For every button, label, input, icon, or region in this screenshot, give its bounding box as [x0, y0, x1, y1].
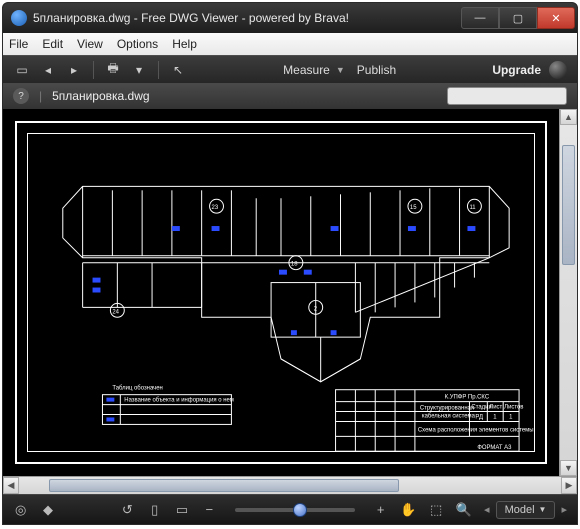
model-label: Model [505, 504, 535, 516]
close-button[interactable]: ✕ [537, 7, 575, 29]
separator: | [39, 89, 42, 103]
svg-text:15: 15 [410, 205, 417, 211]
svg-text:ФОРМАТ A3: ФОРМАТ A3 [477, 445, 512, 451]
separator [158, 61, 159, 79]
svg-text:Таблиц обозначен: Таблиц обозначен [112, 386, 162, 392]
svg-text:2: 2 [314, 306, 317, 312]
measure-button[interactable]: Measure [283, 63, 330, 77]
svg-text:К.УПФР Пр.СКС: К.УПФР Пр.СКС [445, 395, 490, 401]
floorplan-svg: 23 15 11 18 24 2 Таблиц обозначен [3, 109, 559, 476]
chevron-down-icon[interactable]: ▼ [336, 65, 345, 75]
svg-text:24: 24 [112, 309, 119, 315]
minimize-button[interactable]: — [461, 7, 499, 29]
zoom-out-icon[interactable]: − [202, 501, 217, 519]
menu-view[interactable]: View [77, 37, 103, 51]
toolbar-primary: ▭ ◂ ▸ 🖶 ▾ ↖ Measure ▼ Publish Upgrade [3, 55, 577, 83]
scroll-left-icon[interactable]: ◀ [3, 477, 19, 494]
scroll-up-icon[interactable]: ▲ [560, 109, 577, 125]
scroll-down-icon[interactable]: ▼ [560, 460, 577, 476]
publish-button[interactable]: Publish [357, 63, 396, 77]
menu-options[interactable]: Options [117, 37, 158, 51]
maximize-button[interactable]: ▢ [499, 7, 537, 29]
toolbar-secondary: ? | 5планировка.dwg [3, 83, 577, 109]
drawing-canvas[interactable]: 23 15 11 18 24 2 Таблиц обозначен [3, 109, 559, 476]
chevron-right-icon[interactable]: ▸ [561, 503, 567, 516]
brand-orb-icon[interactable] [549, 61, 567, 79]
nav-forward-icon[interactable]: ▸ [65, 61, 83, 79]
window-title: 5планировка.dwg - Free DWG Viewer - powe… [33, 11, 349, 25]
magnifier-icon[interactable]: 🔍 [456, 501, 472, 519]
scroll-thumb[interactable] [562, 145, 575, 265]
svg-text:Лист: Лист [489, 405, 502, 411]
svg-text:Схема расположения элементов с: Схема расположения элементов системы [418, 427, 534, 433]
help-icon[interactable]: ? [13, 88, 29, 104]
menu-edit[interactable]: Edit [42, 37, 63, 51]
app-icon [11, 10, 27, 26]
zoom-in-icon[interactable]: + [373, 501, 388, 519]
zoom-region-icon[interactable]: ⬚ [428, 501, 443, 519]
separator [93, 61, 94, 79]
scroll-right-icon[interactable]: ▶ [561, 477, 577, 494]
svg-text:РД: РД [475, 414, 483, 420]
svg-text:Структурированная: Структурированная [420, 406, 474, 412]
menu-file[interactable]: File [9, 37, 28, 51]
svg-text:1: 1 [493, 414, 497, 420]
svg-text:11: 11 [469, 205, 476, 211]
viewport-row: 23 15 11 18 24 2 Таблиц обозначен [3, 109, 577, 476]
document-filename: 5планировка.dwg [52, 89, 149, 103]
rotate-ccw-icon[interactable]: ↺ [120, 501, 135, 519]
page-icon[interactable]: ▯ [147, 501, 162, 519]
zoom-slider[interactable] [235, 508, 355, 512]
scroll-track[interactable] [560, 125, 577, 460]
titlebar[interactable]: 5планировка.dwg - Free DWG Viewer - powe… [3, 3, 577, 33]
model-space-selector[interactable]: Model ▼ [496, 501, 556, 519]
vertical-scrollbar[interactable]: ▲ ▼ [559, 109, 577, 476]
svg-text:Название объекта и информация: Название объекта и информация о нем [124, 398, 234, 404]
svg-text:23: 23 [212, 205, 219, 211]
scroll-track[interactable] [19, 477, 561, 494]
search-input[interactable] [447, 87, 567, 105]
menubar: File Edit View Options Help [3, 33, 577, 55]
app-window: 5планировка.dwg - Free DWG Viewer - powe… [2, 2, 578, 525]
pan-icon[interactable]: ✋ [400, 501, 416, 519]
svg-text:кабельная система: кабельная система [422, 413, 476, 419]
chevron-left-icon[interactable]: ◂ [484, 503, 490, 516]
scroll-thumb[interactable] [49, 479, 399, 492]
dropdown-icon[interactable]: ▾ [130, 61, 148, 79]
cursor-icon[interactable]: ↖ [169, 61, 187, 79]
svg-text:1: 1 [509, 414, 513, 420]
print-icon[interactable]: 🖶 [104, 61, 122, 79]
menu-help[interactable]: Help [172, 37, 197, 51]
upgrade-button[interactable]: Upgrade [492, 63, 541, 77]
horizontal-scrollbar[interactable]: ◀ ▶ [3, 476, 577, 494]
open-icon[interactable]: ▭ [13, 61, 31, 79]
window-buttons: — ▢ ✕ [461, 7, 575, 29]
layers-icon[interactable]: ◆ [40, 501, 55, 519]
zoom-knob[interactable] [293, 503, 307, 517]
svg-text:18: 18 [291, 262, 298, 268]
fit-width-icon[interactable]: ▭ [174, 501, 189, 519]
chevron-down-icon: ▼ [539, 505, 547, 514]
globe-icon[interactable]: ◎ [13, 501, 28, 519]
statusbar: ◎ ◆ ↺ ▯ ▭ − + ✋ ⬚ 🔍 ◂ Model ▼ ▸ [3, 494, 577, 524]
nav-back-icon[interactable]: ◂ [39, 61, 57, 79]
svg-text:Листов: Листов [504, 405, 523, 411]
